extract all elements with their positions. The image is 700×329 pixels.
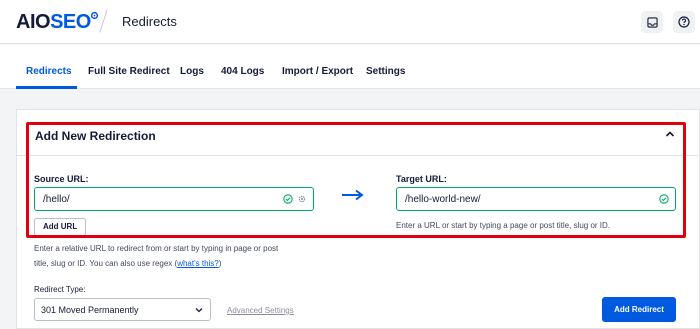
- inbox-icon: [646, 16, 658, 28]
- check-circle-icon: [659, 194, 669, 204]
- source-url-label: Source URL:: [34, 174, 89, 184]
- arrow-right-icon: [342, 189, 364, 201]
- source-url-value: /hello/: [43, 194, 70, 205]
- tab-bar: Redirects Full Site Redirect Logs 404 Lo…: [0, 45, 700, 89]
- panel-title: Add New Redirection: [35, 129, 156, 143]
- redirect-type-label: Redirect Type:: [34, 285, 86, 294]
- page-title: Redirects: [122, 14, 177, 29]
- top-header: AIOSEO Redirects: [0, 0, 700, 44]
- aioseo-logo: AIOSEO: [16, 11, 99, 33]
- target-url-help: Enter a URL or start by typing a page or…: [396, 221, 611, 230]
- help-button[interactable]: [673, 11, 695, 33]
- help-icon: [678, 16, 690, 28]
- source-help-text-1: Enter a relative URL to redirect from or…: [34, 244, 279, 253]
- source-help-text-2: title, slug or ID. You can also use rege…: [34, 259, 178, 268]
- panel-header-divider: [17, 155, 699, 156]
- source-help-text-3: ): [218, 259, 222, 268]
- tab-redirects[interactable]: Redirects: [26, 66, 72, 77]
- logo-text-main: AIO: [16, 11, 51, 33]
- chevron-up-icon[interactable]: [665, 130, 675, 138]
- tab-import-export[interactable]: Import / Export: [282, 66, 353, 77]
- tab-404-logs[interactable]: 404 Logs: [221, 66, 264, 77]
- logo-gear-icon: [90, 11, 98, 20]
- tab-logs[interactable]: Logs: [180, 66, 204, 77]
- add-redirect-button[interactable]: Add Redirect: [602, 297, 676, 322]
- chevron-down-icon: [195, 308, 203, 313]
- add-url-button[interactable]: Add URL: [34, 218, 87, 236]
- gear-icon[interactable]: [297, 194, 307, 204]
- advanced-settings-link[interactable]: Advanced Settings: [227, 306, 294, 315]
- target-url-input[interactable]: /hello-world-new/: [396, 187, 676, 211]
- target-url-label: Target URL:: [396, 174, 447, 184]
- redirect-type-value: 301 Moved Permanently: [41, 305, 139, 315]
- header-divider: [99, 9, 108, 33]
- active-tab-indicator: [16, 86, 77, 89]
- regex-help-link[interactable]: what's this?: [177, 259, 219, 268]
- notifications-button[interactable]: [641, 11, 663, 33]
- source-url-help: Enter a relative URL to redirect from or…: [34, 241, 324, 271]
- logo-text-accent: SEO: [50, 11, 91, 33]
- target-url-value: /hello-world-new/: [405, 194, 481, 205]
- tab-full-site-redirect[interactable]: Full Site Redirect: [88, 66, 170, 77]
- check-circle-icon: [283, 194, 293, 204]
- redirect-type-select[interactable]: 301 Moved Permanently: [34, 298, 211, 321]
- source-url-input[interactable]: /hello/: [34, 187, 314, 211]
- tab-settings[interactable]: Settings: [366, 66, 405, 77]
